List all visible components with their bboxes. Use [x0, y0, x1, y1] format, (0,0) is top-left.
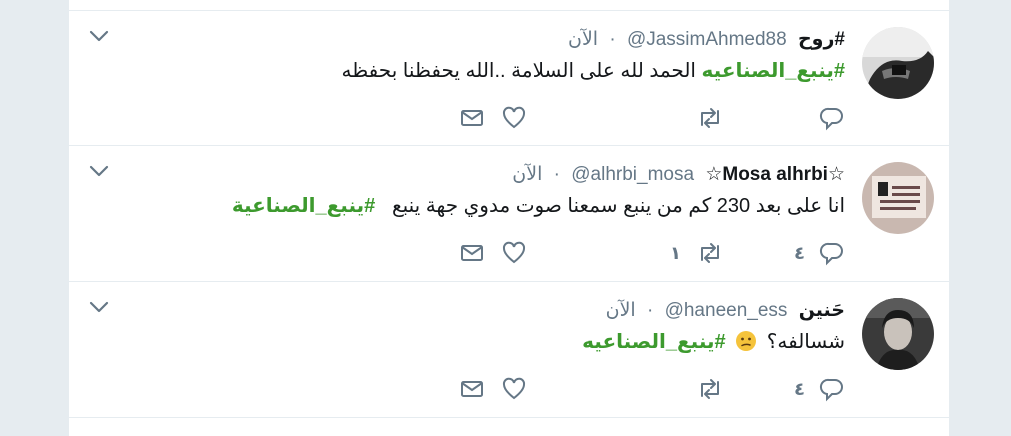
retweet-icon — [701, 379, 719, 399]
like-button[interactable] — [501, 374, 527, 404]
reply-icon — [819, 107, 843, 131]
separator: · — [553, 164, 560, 185]
envelope-icon — [461, 381, 483, 397]
like-button[interactable] — [501, 238, 527, 268]
reply-button[interactable]: ٤ — [794, 374, 845, 404]
retweet-button[interactable] — [681, 374, 725, 404]
hashtag-link[interactable]: #ينبع_الصناعيه — [702, 60, 845, 82]
avatar[interactable] — [862, 298, 934, 370]
tweet-actions: ٤ — [455, 374, 845, 404]
tweet-actions: ٤ ١ — [455, 238, 845, 268]
reply-icon — [819, 378, 843, 402]
reply-count: ٤ — [794, 242, 805, 263]
heart-icon — [502, 377, 526, 400]
author-name[interactable]: ☆Mosa alhrbi☆ — [705, 164, 845, 185]
tweet-text: شسالفه؟ #ينبع_الصناعيه — [582, 328, 845, 356]
hashtag-link[interactable]: #ينبع_الصناعيه — [582, 331, 725, 353]
reply-icon — [819, 242, 843, 266]
tweet-header: #روح @JassimAhmed88 · الآن — [568, 27, 845, 53]
chevron-down-icon[interactable] — [89, 300, 109, 314]
tweet-header: ☆Mosa alhrbi☆ @alhrbi_mosa · الآن — [512, 162, 845, 188]
direct-message-button[interactable] — [459, 238, 485, 268]
author-name[interactable]: حَنين — [799, 300, 845, 321]
retweet-button[interactable]: ١ — [670, 238, 725, 268]
tweet-text-plain: الحمد لله على السلامة ..الله يحفظنا بحفظ… — [341, 60, 696, 82]
separator: · — [609, 29, 616, 50]
timestamp[interactable]: الآن — [606, 300, 636, 321]
direct-message-button[interactable] — [459, 374, 485, 404]
tweet[interactable]: #روح @JassimAhmed88 · الآن #ينبع_الصناعي… — [69, 10, 949, 146]
chevron-down-icon[interactable] — [89, 29, 109, 43]
heart-icon — [502, 106, 526, 129]
retweet-button[interactable] — [681, 103, 725, 133]
retweet-count: ١ — [670, 242, 681, 263]
tweet[interactable]: حَنين @haneen_ess · الآن شسالفه؟ #ينبع_ا… — [69, 282, 949, 418]
author-handle[interactable]: @haneen_ess — [665, 300, 788, 321]
retweet-icon — [701, 108, 719, 128]
author-handle[interactable]: @JassimAhmed88 — [627, 29, 787, 50]
like-button[interactable] — [501, 103, 527, 133]
tweet-text-plain: شسالفه؟ — [766, 331, 845, 353]
reply-count: ٤ — [794, 378, 805, 399]
heart-icon — [502, 241, 526, 264]
avatar[interactable] — [862, 162, 934, 234]
tweet[interactable]: ☆Mosa alhrbi☆ @alhrbi_mosa · الآن انا عل… — [69, 146, 949, 282]
timestamp[interactable]: الآن — [568, 29, 598, 50]
envelope-icon — [461, 110, 483, 126]
separator: · — [646, 300, 654, 321]
reply-button[interactable] — [805, 103, 845, 133]
tweet-text: انا على بعد 230 كم من ينبع سمعنا صوت مدو… — [232, 192, 845, 220]
chevron-down-icon[interactable] — [89, 164, 109, 178]
reply-button[interactable]: ٤ — [794, 238, 845, 268]
tweet-text: #ينبع_الصناعيه الحمد لله على السلامة ..ا… — [342, 57, 845, 85]
tweet-text-plain: انا على بعد 230 كم من ينبع سمعنا صوت مدو… — [391, 195, 845, 217]
avatar[interactable] — [862, 27, 934, 99]
direct-message-button[interactable] — [459, 103, 485, 133]
timestamp[interactable]: الآن — [512, 164, 542, 185]
envelope-icon — [461, 245, 483, 261]
confused-face-icon — [736, 331, 757, 351]
author-name[interactable]: #روح — [798, 29, 845, 50]
hashtag-link[interactable]: #ينبع_الصناعية — [232, 195, 375, 217]
timeline: #روح @JassimAhmed88 · الآن #ينبع_الصناعي… — [69, 0, 949, 436]
tweet-header: حَنين @haneen_ess · الآن — [606, 298, 845, 324]
author-handle[interactable]: @alhrbi_mosa — [571, 164, 694, 185]
tweet-actions — [455, 103, 845, 133]
retweet-icon — [701, 243, 719, 263]
